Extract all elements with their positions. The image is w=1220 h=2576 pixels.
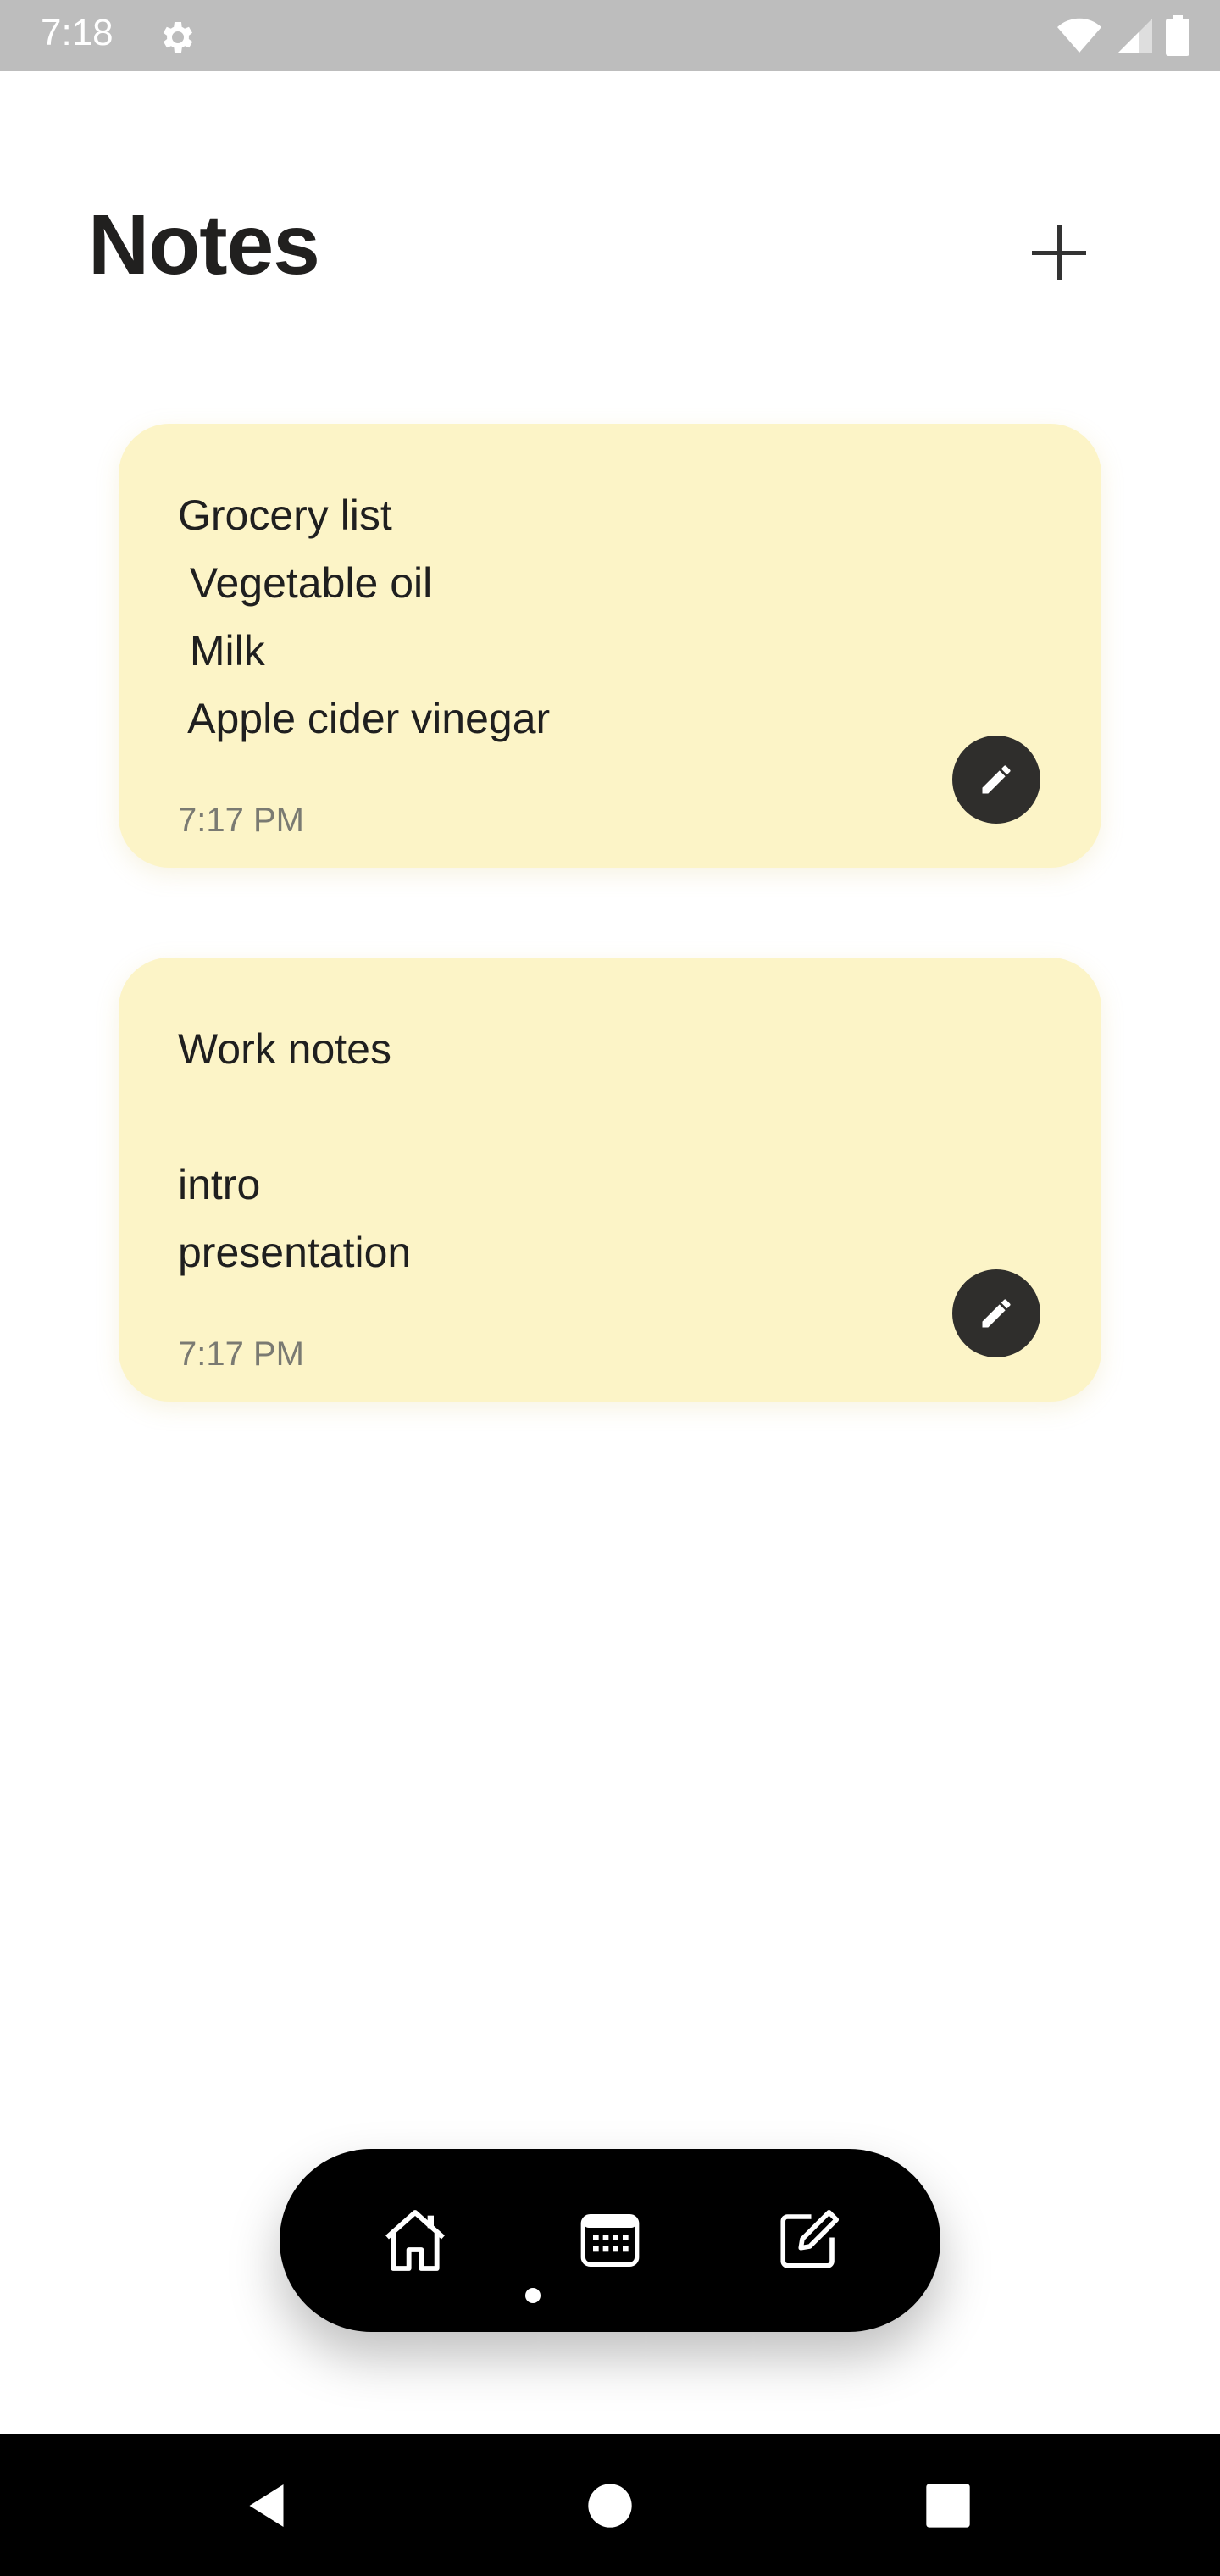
note-card[interactable]: Work notes intro presentation conclusion… bbox=[119, 958, 1101, 1402]
note-time: 7:17 PM bbox=[178, 802, 304, 839]
page-title: Notes bbox=[88, 197, 320, 292]
system-nav-bar bbox=[0, 2434, 1220, 2576]
calendar-icon bbox=[580, 2214, 640, 2267]
note-text: Work notes intro presentation conclusion bbox=[178, 1025, 412, 1276]
add-note-button[interactable] bbox=[1023, 217, 1095, 288]
back-icon bbox=[249, 2484, 284, 2527]
system-back-button[interactable] bbox=[230, 2468, 307, 2544]
selected-indicator-dot bbox=[525, 2288, 541, 2303]
status-bar: 7:18 bbox=[0, 0, 1220, 71]
note-text-fade bbox=[178, 1280, 940, 1322]
cellular-signal-icon bbox=[1118, 19, 1152, 53]
nav-home-button[interactable] bbox=[371, 2196, 459, 2285]
nav-notes-button[interactable] bbox=[764, 2196, 852, 2285]
recents-icon bbox=[926, 2484, 970, 2528]
note-time: 7:17 PM bbox=[178, 1335, 304, 1373]
pencil-icon bbox=[982, 765, 1011, 794]
home-icon bbox=[385, 2210, 445, 2271]
bottom-nav bbox=[280, 2149, 940, 2332]
plus-icon bbox=[1032, 225, 1086, 280]
pencil-icon bbox=[982, 1299, 1011, 1328]
note-text-fade bbox=[178, 746, 940, 788]
note-card[interactable]: Grocery list Vegetable oil Milk Apple ci… bbox=[119, 424, 1101, 868]
status-icons bbox=[1056, 15, 1190, 56]
system-recents-button[interactable] bbox=[910, 2468, 986, 2544]
system-home-button[interactable] bbox=[572, 2468, 648, 2544]
battery-icon bbox=[1166, 15, 1190, 56]
edit-note-button[interactable] bbox=[952, 736, 1040, 824]
note-text: Grocery list Vegetable oil Milk Apple ci… bbox=[178, 491, 551, 742]
status-time: 7:18 bbox=[41, 12, 114, 53]
settings-gear-icon bbox=[163, 22, 193, 53]
wifi-icon bbox=[1057, 18, 1101, 53]
home-circle-icon bbox=[588, 2484, 632, 2528]
edit-note-button[interactable] bbox=[952, 1269, 1040, 1357]
nav-calendar-button[interactable] bbox=[566, 2196, 654, 2285]
notes-edit-icon bbox=[780, 2209, 840, 2268]
